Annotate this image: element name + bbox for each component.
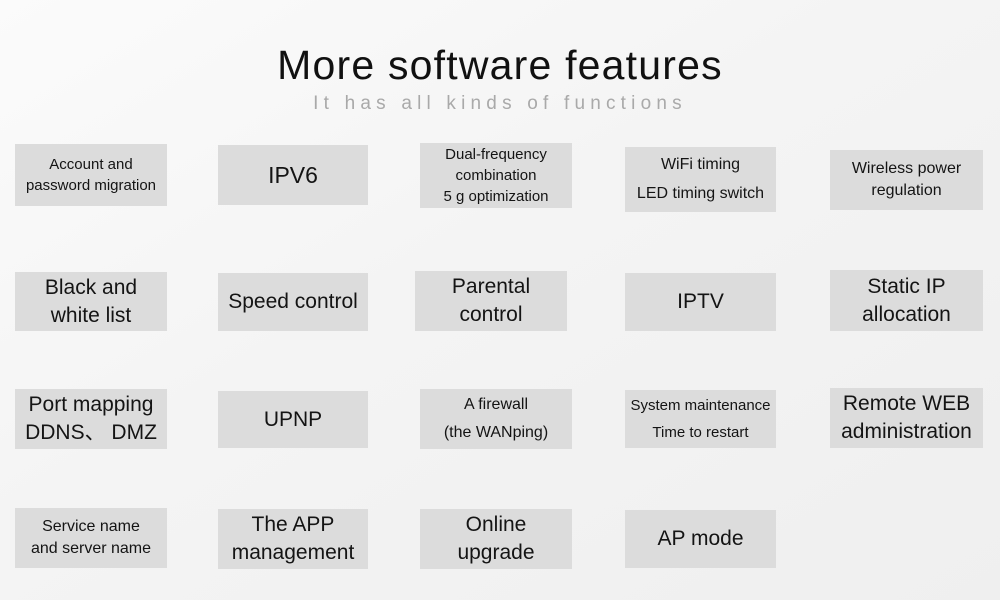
feature-box-upnp: UPNP (218, 391, 368, 448)
feature-label-line: Black and (44, 275, 138, 299)
feature-box-a-firewall-the-wanping: A firewall (the WANping) (420, 389, 572, 449)
feature-label-line: A firewall (463, 396, 529, 414)
feature-label-line: Static IP (867, 274, 946, 298)
feature-label-line: upgrade (457, 541, 535, 564)
feature-box-system-maintenance-time-to-restart: System maintenance Time to restart (625, 390, 776, 448)
feature-label-line: allocation (862, 302, 951, 326)
feature-label-line: IPTV (677, 290, 724, 313)
feature-label-line: IPV6 (268, 162, 318, 188)
feature-label-line: Parental (451, 275, 531, 298)
feature-label-line: DDNS、 DMZ (25, 421, 157, 444)
feature-label-line: (the WANping) (443, 423, 549, 441)
feature-box-online-upgrade: Online upgrade (420, 509, 572, 569)
feature-box-iptv: IPTV (625, 273, 776, 331)
feature-box-speed-control: Speed control (218, 273, 368, 331)
feature-box-wireless-power-regulation: Wireless power regulation (830, 150, 983, 210)
feature-box-the-app-management: The APP management (218, 509, 368, 569)
feature-label-line: combination (455, 167, 537, 184)
feature-label-line: The APP (251, 513, 335, 536)
feature-box-dual-frequency-combination: Dual-frequency combination 5 g optimizatio… (420, 143, 572, 208)
feature-overview-page: More software features It has all kinds … (0, 0, 1000, 600)
feature-box-static-ip-allocation: Static IP allocation (830, 270, 983, 331)
feature-label-line: Port mapping (28, 393, 154, 416)
feature-grid: Account and password migration IPV6 Dual-fr… (0, 0, 1000, 600)
feature-box-ap-mode: AP mode (625, 510, 776, 568)
feature-label-line: white list (50, 303, 132, 327)
feature-label-line: Remote WEB (842, 392, 971, 415)
feature-box-account-and-password-migration: Account and password migration (15, 144, 167, 206)
feature-box-black-and-white-list: Black and white list (15, 272, 167, 331)
feature-label-line: Dual-frequency (445, 146, 547, 163)
feature-box-remote-web-administration: Remote WEB administration (830, 388, 983, 448)
feature-label-line: 5 g optimization (443, 188, 549, 205)
feature-label-line: Time to restart (652, 423, 749, 441)
feature-box-wifi-timing-led-timing-switch: WiFi timing LED timing switch (625, 147, 776, 212)
feature-box-port-mapping-ddns-dmz: Port mapping DDNS、 DMZ (15, 389, 167, 449)
feature-label-line: Wireless power (851, 160, 962, 177)
feature-label-line: administration (841, 420, 972, 443)
feature-box-ipv6: IPV6 (218, 145, 368, 205)
feature-label-line: Account and (49, 156, 133, 173)
feature-box-parental-control: Parental control (415, 271, 567, 331)
feature-label-line: LED timing switch (636, 185, 765, 202)
feature-label-line: control (459, 303, 523, 326)
feature-box-service-name-and-server-name: Service name and server name (15, 508, 167, 568)
feature-label-line: System maintenance (630, 397, 771, 415)
feature-label-line: regulation (871, 182, 942, 199)
feature-label-line: AP mode (657, 527, 744, 550)
feature-label-line: Online (465, 513, 527, 536)
feature-label-line: WiFi timing (660, 156, 741, 173)
feature-label-line: password migration (25, 177, 157, 194)
feature-label-line: and server name (30, 540, 152, 557)
feature-label-line: UPNP (263, 407, 323, 431)
feature-label-line: management (231, 541, 355, 564)
feature-label-line: Speed control (228, 290, 358, 313)
feature-label-line: Service name (42, 518, 140, 535)
